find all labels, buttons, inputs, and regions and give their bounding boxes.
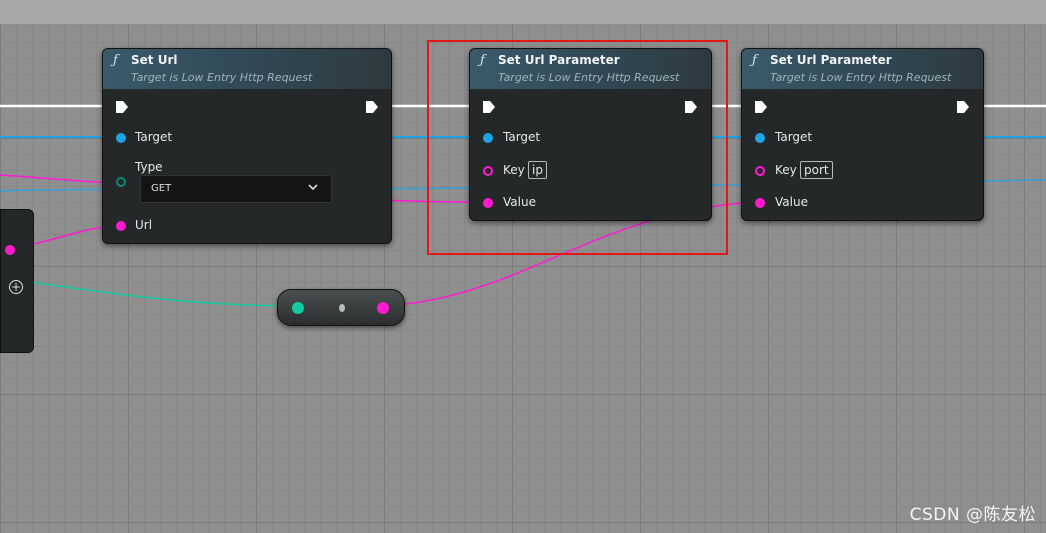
int-to-string-conversion-node[interactable] (277, 289, 405, 326)
exec-in-icon (116, 101, 128, 113)
integer-input-pin[interactable] (292, 302, 304, 314)
add-pin-icon[interactable]: + (9, 280, 23, 294)
node-header[interactable]: ƒ Set Url Target is Low Entry Http Reque… (103, 49, 391, 89)
left-node-output-pin[interactable] (5, 245, 15, 255)
set-url-node[interactable]: ƒ Set Url Target is Low Entry Http Reque… (102, 48, 392, 244)
target-label: Target (135, 130, 173, 144)
function-icon: ƒ (113, 53, 118, 68)
value-pin[interactable] (755, 198, 765, 208)
node-title: Set Url Parameter (770, 53, 892, 67)
highlight-box (427, 40, 728, 255)
type-pin[interactable] (116, 177, 126, 187)
conversion-dot-icon (339, 304, 345, 312)
node-title: Set Url (131, 53, 178, 67)
node-subtitle: Target is Low Entry Http Request (131, 71, 313, 84)
exec-in-icon (755, 101, 767, 113)
watermark: CSDN @陈友松 (909, 505, 1036, 525)
integer-wire (29, 281, 297, 307)
type-label: Type (135, 160, 163, 174)
set-url-parameter-node-port[interactable]: ƒ Set Url Parameter Target is Low Entry … (741, 48, 984, 221)
type-dropdown[interactable]: GET (140, 175, 332, 203)
chevron-down-icon (307, 181, 319, 196)
key-pin[interactable] (755, 166, 765, 176)
key-input[interactable]: port (800, 161, 833, 179)
string-output-pin[interactable] (377, 302, 389, 314)
url-pin[interactable] (116, 221, 126, 231)
node-header[interactable]: ƒ Set Url Parameter Target is Low Entry … (742, 49, 983, 89)
exec-out-icon (366, 101, 378, 113)
type-dropdown-value: GET (151, 183, 172, 194)
node-subtitle: Target is Low Entry Http Request (770, 71, 952, 84)
target-pin[interactable] (116, 133, 126, 143)
function-icon: ƒ (752, 53, 757, 68)
target-pin[interactable] (755, 133, 765, 143)
exec-out-icon (957, 101, 969, 113)
left-partial-node[interactable]: + (0, 209, 34, 353)
key-label: Key (775, 163, 797, 177)
value-label: Value (775, 195, 808, 209)
target-label: Target (775, 130, 813, 144)
url-label: Url (135, 218, 153, 232)
blueprint-graph-canvas[interactable]: + ƒ Set Url Target is Low Entry Http Req… (0, 0, 1046, 533)
